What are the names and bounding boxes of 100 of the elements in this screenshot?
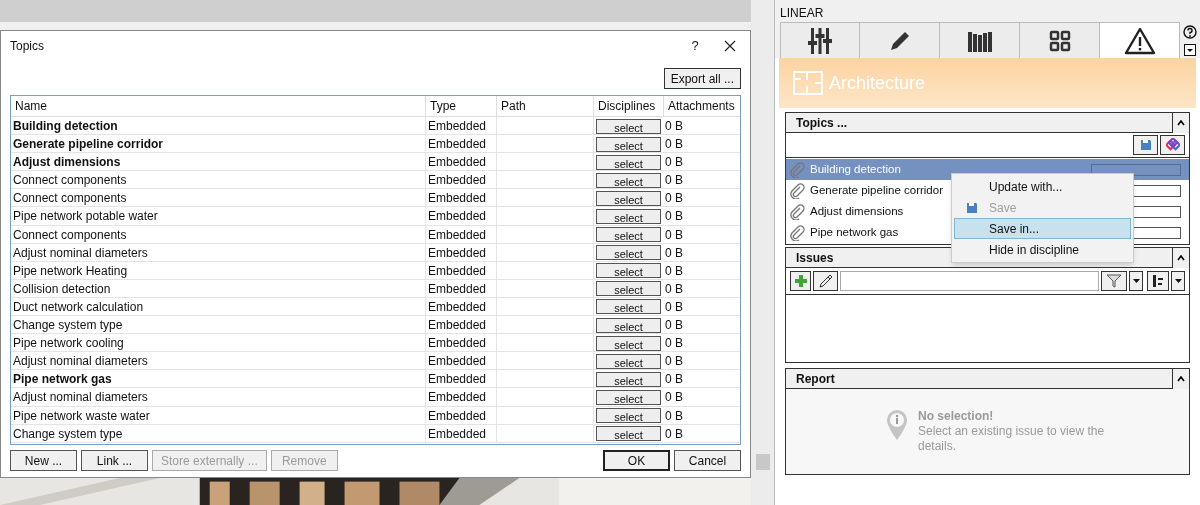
help-icon[interactable] xyxy=(1183,24,1197,39)
table-cell-text: Pipe network gas xyxy=(12,371,113,389)
dialog-button[interactable]: Cancel xyxy=(674,450,742,471)
sort-button[interactable] xyxy=(1147,271,1169,291)
table-cell-text: 0 B xyxy=(664,425,684,443)
caret-icon xyxy=(1174,279,1182,283)
select-button[interactable]: select xyxy=(596,118,661,134)
export-button[interactable]: Export all ... xyxy=(663,68,742,89)
table-cell-text: Adjust nominal diameters xyxy=(12,353,149,371)
select-button[interactable]: select xyxy=(596,172,661,188)
search-field[interactable] xyxy=(840,271,1099,291)
section-title: Report xyxy=(786,369,1173,389)
table-cell: Embedded xyxy=(425,406,496,425)
paperclip-icon xyxy=(789,203,805,220)
bcf-button[interactable] xyxy=(1160,135,1185,155)
floorplan-icon xyxy=(793,71,823,95)
select-button[interactable]: select xyxy=(596,317,661,333)
table-cell-text: Building detection xyxy=(12,118,119,135)
table-cell: Embedded xyxy=(425,388,496,407)
topic-item[interactable]: Adjust dimensions xyxy=(786,201,948,222)
table-cell-text: Adjust nominal diameters xyxy=(12,389,149,407)
table-cell: Embedded xyxy=(425,243,496,262)
eyedropper-icon xyxy=(818,274,833,288)
select-button[interactable]: select xyxy=(596,335,661,351)
menu-item[interactable]: Save in... xyxy=(954,218,1131,239)
table-cell-text: 0 B xyxy=(664,244,684,262)
select-button[interactable]: select xyxy=(596,408,661,423)
select-button[interactable]: select xyxy=(596,371,661,387)
info-pin-icon xyxy=(886,409,908,441)
select-button[interactable]: select xyxy=(596,190,661,206)
table-cell: Embedded xyxy=(425,117,496,135)
column-header[interactable]: Name xyxy=(11,96,425,116)
filter-button[interactable] xyxy=(1101,271,1127,291)
sort-icon xyxy=(1152,275,1164,287)
select-button[interactable]: select xyxy=(596,389,661,405)
empty-message: Select an existing issue to view the details. xyxy=(918,424,1106,454)
select-button[interactable]: select xyxy=(596,245,661,261)
select-button[interactable]: select xyxy=(596,227,661,243)
table-cell-text: Connect components xyxy=(12,190,128,208)
select-button[interactable]: select xyxy=(596,208,661,224)
caret-icon xyxy=(1132,279,1140,283)
table-cell-text: Change system type xyxy=(12,317,124,335)
table-cell-text: 0 B xyxy=(664,154,684,172)
dialog-button[interactable]: Link ... xyxy=(81,450,148,471)
table-cell-text: 0 B xyxy=(664,317,684,335)
select-button[interactable]: select xyxy=(596,281,661,297)
save-button[interactable] xyxy=(1133,135,1158,155)
column-header[interactable]: Attachments xyxy=(663,96,741,116)
panel-tab[interactable] xyxy=(1100,22,1180,58)
sort-dropdown[interactable] xyxy=(1171,271,1185,291)
table-cell-text: 0 B xyxy=(664,353,684,371)
save-icon xyxy=(1139,139,1152,151)
table-cell-text: Pipe network waste water xyxy=(12,407,151,425)
collapse-icon[interactable] xyxy=(1177,255,1185,261)
table-cell-text: Duct network calculation xyxy=(12,298,145,316)
panel-tab[interactable] xyxy=(1020,22,1100,58)
topic-item[interactable]: Generate pipeline corridor xyxy=(786,180,948,201)
scrollbar-thumb[interactable] xyxy=(755,454,770,470)
panel-tab[interactable] xyxy=(780,22,860,58)
dialog-button[interactable]: New ... xyxy=(10,450,77,471)
filter-dropdown[interactable] xyxy=(1129,271,1143,291)
table-cell-text: Connect components xyxy=(12,172,128,190)
table-cell-text: Collision detection xyxy=(12,280,112,298)
dialog-button[interactable]: OK xyxy=(603,450,671,471)
empty-title: No selection! xyxy=(918,409,995,424)
table-cell-text: Adjust dimensions xyxy=(12,154,122,172)
table-cell-text: 0 B xyxy=(664,280,684,298)
column-header[interactable]: Disciplines xyxy=(593,96,663,116)
panel-tab[interactable] xyxy=(940,22,1020,58)
select-button[interactable]: select xyxy=(596,426,661,442)
paperclip-icon xyxy=(789,161,805,178)
panel-tab[interactable] xyxy=(860,22,940,58)
select-button[interactable]: select xyxy=(596,299,661,315)
close-icon xyxy=(724,40,737,52)
collapse-icon[interactable] xyxy=(1177,376,1185,382)
table-cell: Embedded xyxy=(425,225,496,244)
select-button[interactable]: select xyxy=(596,154,661,170)
table-cell-text: 0 B xyxy=(664,335,684,353)
dropdown-icon[interactable] xyxy=(1184,43,1196,56)
column-header[interactable]: Type xyxy=(425,96,496,116)
panel-title: LINEAR xyxy=(780,5,825,22)
topic-item[interactable]: Pipe network gas xyxy=(786,222,948,243)
select-button[interactable]: select xyxy=(596,353,661,369)
table-cell-text: 0 B xyxy=(664,136,684,154)
table-cell: Embedded xyxy=(425,334,496,353)
menu-item[interactable]: Update with... xyxy=(954,176,1131,197)
help-button[interactable]: ? xyxy=(680,36,711,56)
select-button[interactable]: select xyxy=(596,136,661,152)
paperclip-icon xyxy=(789,224,805,241)
table-cell: Embedded xyxy=(425,207,496,226)
table-cell-text: 0 B xyxy=(664,407,684,425)
select-button[interactable]: select xyxy=(596,263,661,279)
column-header[interactable]: Path xyxy=(496,96,593,116)
table-cell-text: 0 B xyxy=(664,389,684,407)
table-cell-text: Connect components xyxy=(12,226,128,244)
table-cell-text: 0 B xyxy=(664,208,684,226)
picker-button[interactable] xyxy=(813,271,838,291)
table-cell: Embedded xyxy=(425,316,496,335)
add-button[interactable] xyxy=(790,271,811,291)
collapse-icon[interactable] xyxy=(1177,120,1185,126)
